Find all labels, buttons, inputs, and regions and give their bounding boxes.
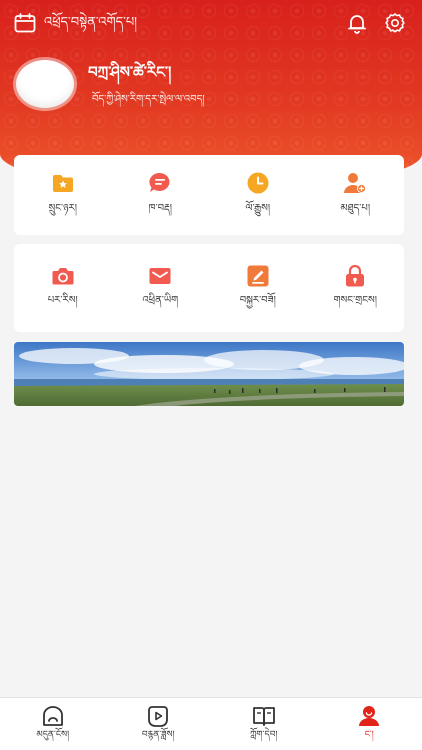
menu-item-history[interactable]: ལོ་རྒྱུས།	[209, 155, 307, 235]
profile-icon	[359, 706, 380, 726]
calendar-icon[interactable]	[14, 13, 36, 33]
landscape-illustration	[14, 342, 404, 406]
banner-image[interactable]	[14, 342, 404, 406]
menu-item-contacts[interactable]: མཐུད་པ།	[307, 155, 405, 235]
menu-item-label: སྲུང་ཉར།	[48, 203, 77, 214]
menu-item-label: ལོ་རྒྱུས།	[245, 203, 271, 214]
top-bar: འཕྲོད་བསྟེན་འགོད་པ།	[0, 0, 422, 46]
tab-reading[interactable]: ཀློག་དེབ།	[211, 698, 317, 750]
menu-item-photos[interactable]: པར་རིས།	[14, 244, 112, 332]
menu-item-label: མཐུད་པ།	[340, 203, 371, 214]
menu-item-label: གསང་གྲངས།	[333, 295, 377, 306]
home-icon	[42, 706, 63, 726]
tab-video[interactable]: བརྙན་ཟློས།	[106, 698, 212, 750]
edit-icon	[247, 265, 269, 287]
lock-icon	[346, 264, 365, 287]
avatar[interactable]	[16, 60, 74, 108]
tab-label: ཀློག་དེབ།	[249, 730, 278, 740]
message-icon	[149, 172, 170, 192]
tab-label: ང་།	[364, 730, 374, 740]
user-add-icon	[344, 173, 367, 193]
tab-profile[interactable]: ང་།	[317, 698, 422, 750]
menu-item-favorites[interactable]: སྲུང་ཉར།	[14, 155, 112, 235]
camera-icon	[52, 268, 74, 285]
menu-item-password[interactable]: གསང་གྲངས།	[307, 244, 405, 332]
bell-icon[interactable]	[346, 12, 368, 34]
menu-item-label: པར་རིས།	[47, 295, 78, 306]
user-name: བཀྲ་ཤིས་ཚེ་རིང་།	[88, 63, 172, 81]
menu-item-label: འཕྲིན་ཡིག	[142, 295, 179, 306]
tab-home[interactable]: མདུན་ངོས།	[0, 698, 106, 750]
tab-label: བརྙན་ཟློས།	[141, 730, 175, 740]
user-motto: བོད་ཀྱི་ཤེས་རིག་དར་སྤེལ་ལ་འབད།	[92, 94, 205, 105]
app-title: འཕྲོད་བསྟེན་འགོད་པ།	[44, 15, 138, 30]
menu-item-label: བསྐྱར་བཟོ།	[239, 295, 276, 306]
menu-item-edit[interactable]: བསྐྱར་བཟོ།	[209, 244, 307, 332]
bottom-tab-bar: མདུན་ངོས། བརྙན་ཟློས། ཀློག་དེབ། ང་།	[0, 697, 422, 750]
menu-card-secondary: པར་རིས། འཕྲིན་ཡིག བསྐྱར་བཟོ། གསང་གྲངས།	[14, 244, 404, 332]
clock-icon	[247, 172, 269, 194]
tab-label: མདུན་ངོས།	[36, 730, 70, 740]
folder-star-icon	[52, 175, 73, 192]
menu-item-mail[interactable]: འཕྲིན་ཡིག	[112, 244, 210, 332]
mail-icon	[149, 268, 171, 284]
book-icon	[252, 707, 275, 726]
menu-card-primary: སྲུང་ཉར། ཁ་བརྡ། ལོ་རྒྱུས། མཐུད་པ།	[14, 155, 404, 235]
menu-item-messages[interactable]: ཁ་བརྡ།	[112, 155, 210, 235]
gear-icon[interactable]	[384, 12, 406, 34]
menu-item-label: ཁ་བརྡ།	[148, 203, 173, 214]
play-icon	[148, 706, 169, 727]
